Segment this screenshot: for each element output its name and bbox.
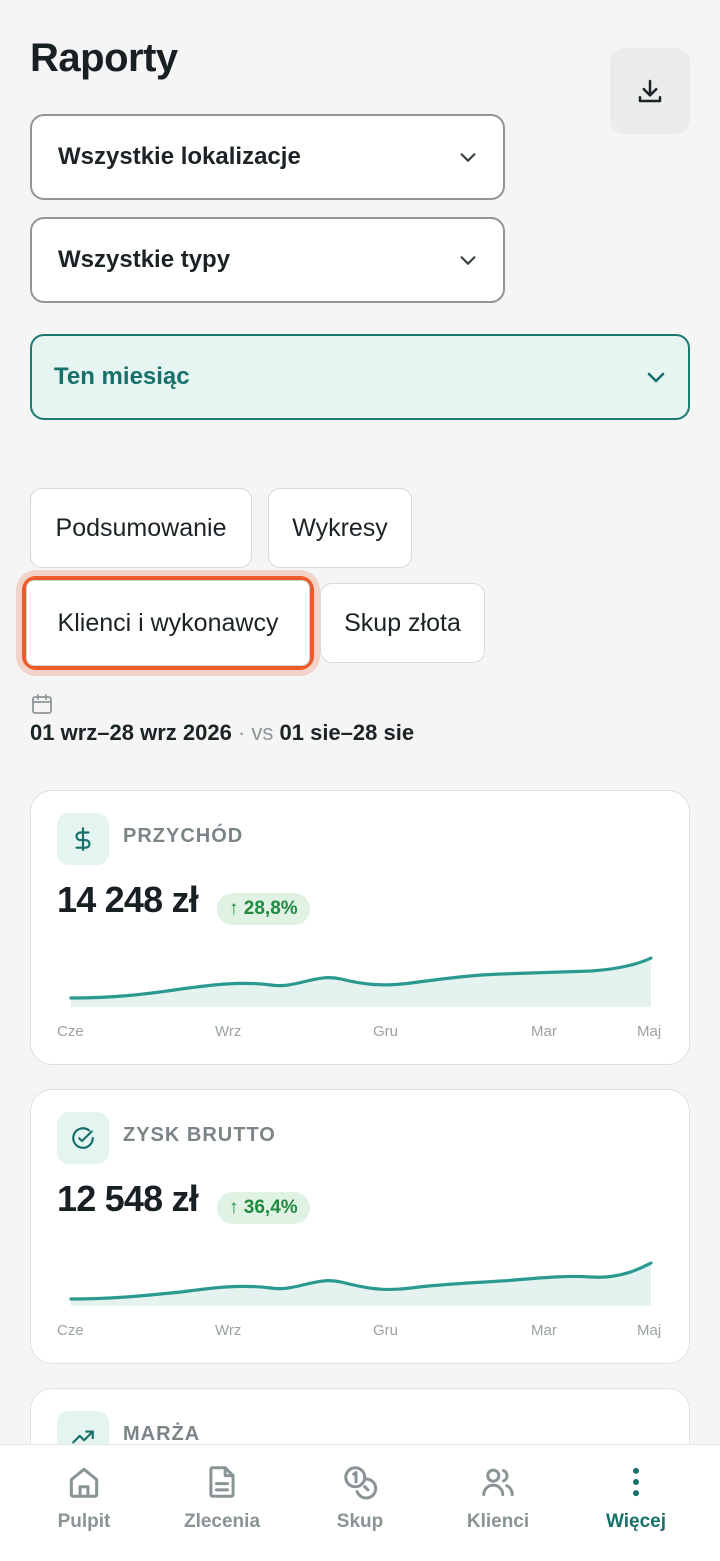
date-range-icon-row [30, 692, 54, 721]
date-range: 01 wrz–28 wrz 2026 · vs 01 sie–28 sie [30, 720, 414, 746]
change-badge: ↑ 36,4% [217, 1192, 310, 1224]
change-badge: ↑ 28,8% [217, 893, 310, 925]
axis-label: Wrz [215, 1023, 242, 1040]
tab-clients-contractors[interactable]: Klienci i wykonawcy [22, 576, 314, 670]
axis-label: Mar [531, 1023, 557, 1040]
period-select-value: Ten miesiąc [54, 363, 190, 390]
tab-label: Wykresy [292, 513, 388, 542]
nav-label: Zlecenia [183, 1511, 261, 1532]
tab-label: Klienci i wykonawcy [57, 608, 279, 637]
tab-label: Podsumowanie [55, 513, 227, 542]
metric-label: PRZYCHÓD [123, 825, 244, 847]
page-title: Raporty [30, 36, 178, 80]
tab-label: Skup złota [344, 608, 461, 637]
metric-card-gross-profit[interactable]: ZYSK BRUTTO 12 548 zł ↑ 36,4% Cze Wrz Gr… [30, 1089, 690, 1364]
axis-label: Cze [57, 1023, 84, 1040]
more-vertical-icon [632, 1467, 640, 1497]
coins-icon [344, 1466, 378, 1500]
axis-label: Cze [57, 1322, 84, 1339]
nav-label: Skup [336, 1511, 384, 1532]
nav-label: Pulpit [57, 1511, 111, 1532]
chevron-down-icon [460, 256, 476, 265]
axis-label: Mar [531, 1322, 557, 1339]
location-select-value: Wszystkie lokalizacje [58, 143, 301, 170]
chevron-down-icon [647, 372, 665, 383]
metric-value: 14 248 zł [57, 879, 199, 920]
check-circle-icon [57, 1112, 109, 1164]
sparkline-chart [69, 956, 653, 1007]
date-range-vs: vs [251, 720, 274, 745]
calendar-icon [32, 694, 52, 714]
location-select[interactable]: Wszystkie lokalizacje [30, 114, 505, 200]
document-icon [209, 1466, 235, 1498]
tab-summary[interactable]: Podsumowanie [30, 488, 252, 568]
type-select-value: Wszystkie typy [58, 246, 231, 273]
metric-label: MARŻA [123, 1423, 201, 1445]
date-range-current: 01 wrz–28 wrz 2026 [30, 720, 232, 745]
nav-item-more[interactable]: Więcej [576, 1463, 696, 1533]
nav-item-dashboard[interactable]: Pulpit [24, 1463, 144, 1533]
axis-label: Maj [637, 1023, 662, 1040]
nav-item-clients[interactable]: Klienci [438, 1463, 558, 1533]
axis-label: Gru [373, 1322, 399, 1339]
axis-label: Gru [373, 1023, 399, 1040]
axis-label: Wrz [215, 1322, 242, 1339]
sparkline-chart [69, 1261, 653, 1306]
users-icon [482, 1468, 514, 1497]
type-select[interactable]: Wszystkie typy [30, 217, 505, 303]
download-icon [638, 79, 662, 103]
axis-label: Maj [637, 1322, 662, 1339]
bottom-navigation: Pulpit Zlecenia Skup Klienci Więcej [0, 1444, 720, 1561]
date-range-previous: 01 sie–28 sie [279, 720, 415, 745]
download-button[interactable] [610, 48, 690, 134]
period-select[interactable]: Ten miesiąc [30, 334, 690, 420]
nav-label: Klienci [466, 1511, 530, 1532]
metric-value: 12 548 zł [57, 1178, 199, 1219]
nav-item-orders[interactable]: Zlecenia [162, 1463, 282, 1533]
nav-label: Więcej [605, 1511, 667, 1532]
dollar-icon [57, 813, 109, 865]
home-icon [69, 1467, 99, 1498]
tab-charts[interactable]: Wykresy [268, 488, 412, 568]
metric-label: ZYSK BRUTTO [123, 1124, 276, 1146]
date-range-separator: · [231, 720, 252, 745]
chevron-down-icon [460, 153, 476, 162]
nav-item-buyback[interactable]: Skup [300, 1463, 420, 1533]
tab-gold-buyback[interactable]: Skup złota [320, 583, 485, 663]
metric-card-revenue[interactable]: PRZYCHÓD 14 248 zł ↑ 28,8% Cze Wrz Gru M… [30, 790, 690, 1065]
